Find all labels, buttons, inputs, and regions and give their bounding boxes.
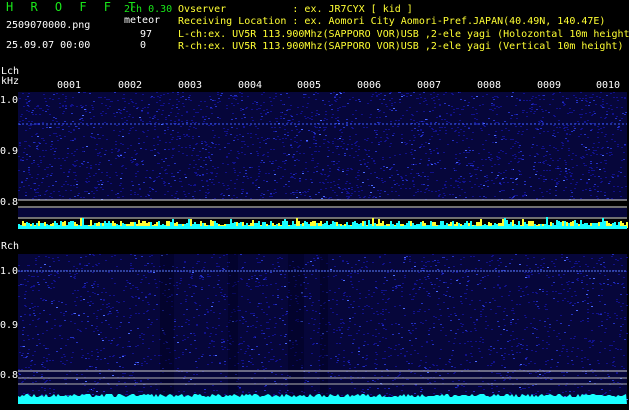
app-brand: H R O F F T xyxy=(6,0,141,14)
lch-tick-1-0: 1.0 xyxy=(0,95,19,106)
datetime-label: 25.09.07 00:00 xyxy=(6,40,91,51)
meteor-label: meteor xyxy=(124,15,161,26)
minute-marker: 0009 xyxy=(537,80,562,91)
lch-config-line: L-ch:ex. UV5R 113.900Mhz(SAPPORO VOR)USB… xyxy=(178,29,629,40)
minute-marker: 0010 xyxy=(596,80,621,91)
meteor-count-rch: 0 xyxy=(140,40,147,51)
minute-marker: 0008 xyxy=(477,80,502,91)
rch-tick-0-9: 0.9 xyxy=(0,320,19,331)
rch-config-line: R-ch:ex. UV5R 113.900Mhz(SAPPORO VOR)USB… xyxy=(178,41,624,52)
lch-tick-0-9: 0.9 xyxy=(0,146,19,157)
minute-marker: 0003 xyxy=(178,80,203,91)
minute-marker: 0006 xyxy=(357,80,382,91)
minute-marker: 0001 xyxy=(57,80,82,91)
minute-marker: 0004 xyxy=(238,80,263,91)
observer-line: Ovserver : ex. JR7CYX [ kid ] xyxy=(178,4,413,15)
minute-marker: 0002 xyxy=(118,80,143,91)
lch-tick-0-8: 0.8 xyxy=(0,197,19,208)
khz-unit-label: kHz xyxy=(1,76,20,87)
rch-tick-0-8: 0.8 xyxy=(0,370,19,381)
spectrogram-canvas xyxy=(18,92,628,404)
lch-spectrogram xyxy=(18,92,627,200)
rch-label: Rch xyxy=(1,241,20,252)
location-line: Receiving Location : ex. Aomori City Aom… xyxy=(178,16,606,27)
minute-marker: 0005 xyxy=(297,80,322,91)
filename-label: 2509070000.png xyxy=(6,20,91,31)
rch-tick-1-0: 1.0 xyxy=(0,266,19,277)
minute-marker: 0007 xyxy=(417,80,442,91)
